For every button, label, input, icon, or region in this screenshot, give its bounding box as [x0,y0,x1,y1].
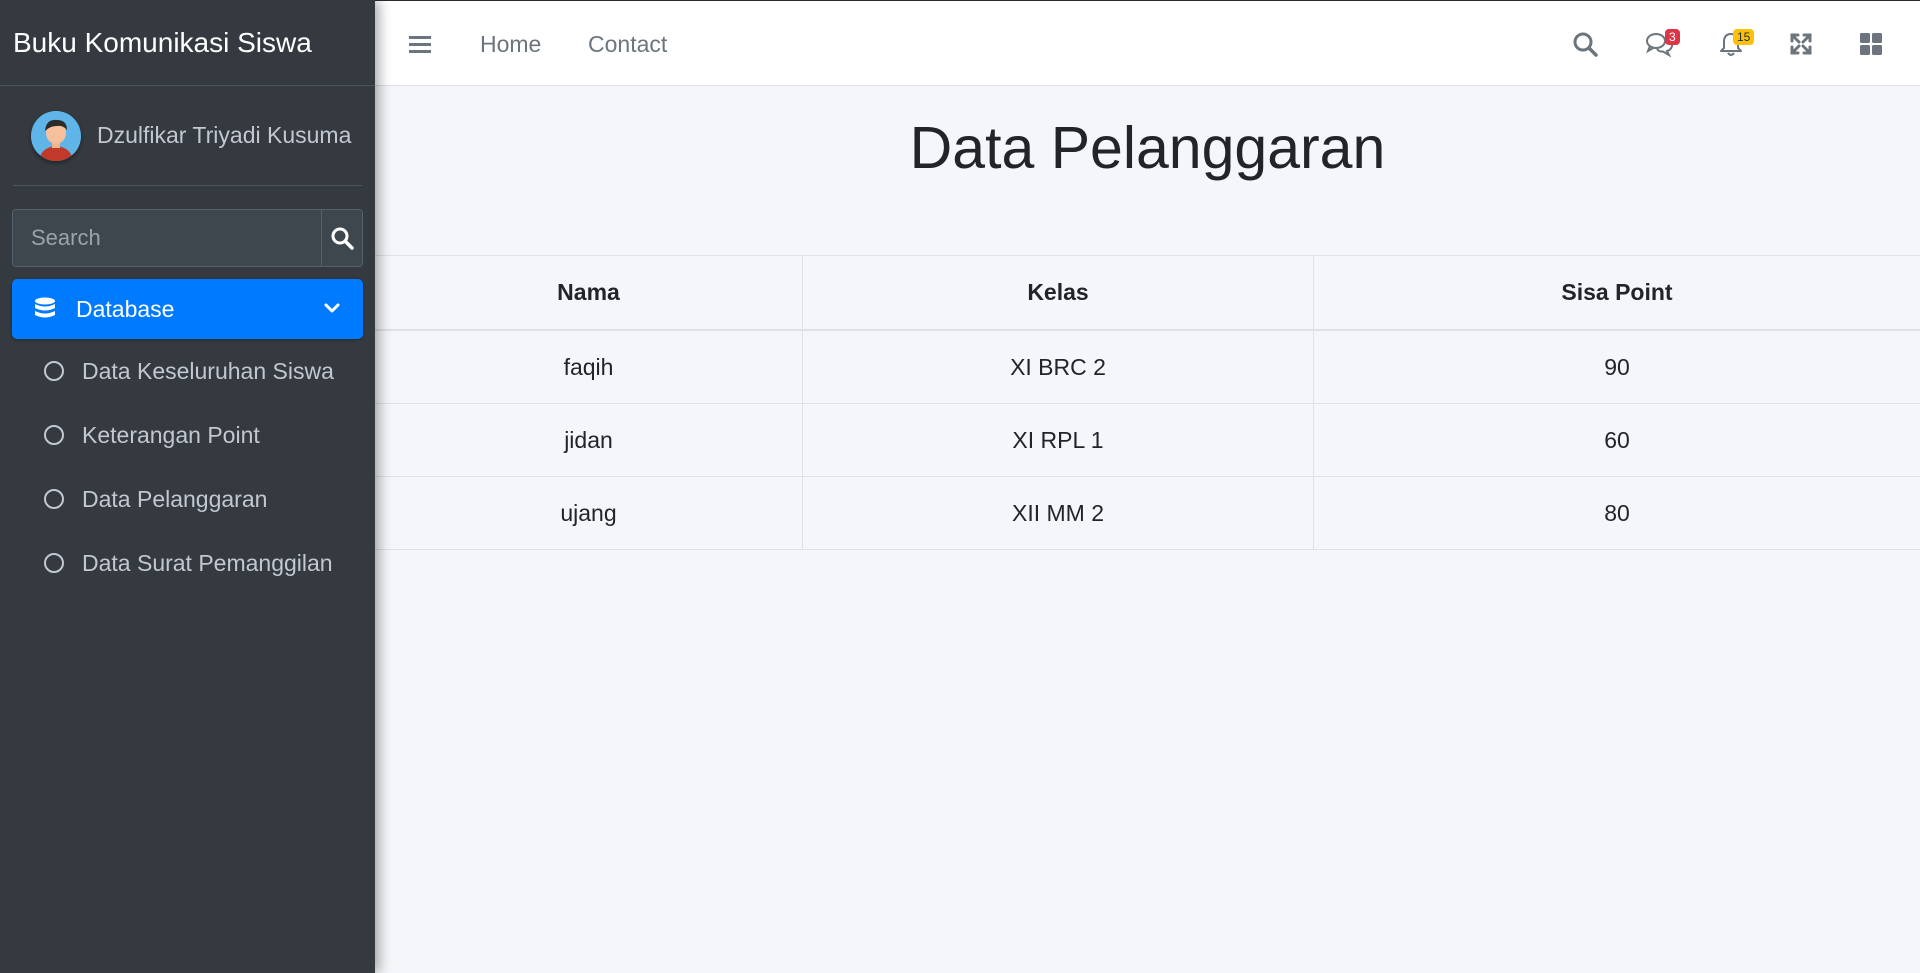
search-icon [331,227,354,250]
menu-toggle-button[interactable] [409,1,431,87]
navbar-search-button[interactable] [1572,1,1598,87]
table-header-row: Nama Kelas Sisa Point [375,255,1920,331]
sidebar: Buku Komunikasi Siswa Dzulfikar Triyadi … [0,0,375,973]
grid-icon [1860,33,1882,55]
brand-text: Buku Komunikasi Siswa [13,26,312,58]
column-header-nama[interactable]: Nama [375,255,803,331]
notifications-button[interactable]: 15 [1719,1,1755,87]
circle-icon [44,553,64,573]
sidebar-item-label: Database [76,295,175,322]
page-title: Data Pelanggaran [909,115,1386,181]
table-row: faqih XI BRC 2 90 [375,329,1920,404]
sidebar-item-data-surat-pemanggilan[interactable]: Data Surat Pemanggilan [12,531,363,595]
column-header-sisa-point[interactable]: Sisa Point [1313,255,1920,331]
cell-sisa-point: 80 [1313,476,1920,550]
hamburger-icon [409,36,431,53]
circle-icon [44,361,64,381]
user-name[interactable]: Dzulfikar Triyadi Kusuma [97,122,351,149]
search-button[interactable] [321,210,362,266]
table-row: ujang XII MM 2 80 [375,476,1920,550]
fullscreen-button[interactable] [1789,1,1813,87]
circle-icon [44,489,64,509]
circle-icon [44,425,64,445]
cell-nama: faqih [375,329,803,404]
sidebar-item-data-pelanggaran[interactable]: Data Pelanggaran [12,467,363,531]
sidebar-item-label: Data Pelanggaran [82,485,268,512]
messages-button[interactable]: 3 [1645,1,1680,87]
sidebar-item-database[interactable]: Database [12,279,363,339]
cell-kelas: XI RPL 1 [802,403,1314,477]
search-icon [1573,32,1598,57]
content-wrapper: Data Pelanggaran Nama Kelas Sisa Point f… [375,86,1920,973]
search-input[interactable] [13,210,321,266]
expand-icon [1790,33,1812,55]
chevron-down-icon [324,303,340,313]
sidebar-item-keterangan-point[interactable]: Keterangan Point [12,403,363,467]
database-icon [35,297,55,318]
sidebar-item-data-keseluruhan-siswa[interactable]: Data Keseluruhan Siswa [12,339,363,403]
violations-table: Nama Kelas Sisa Point faqih XI BRC 2 90 … [375,255,1920,550]
cell-kelas: XII MM 2 [802,476,1314,550]
cell-kelas: XI BRC 2 [802,329,1314,404]
table-row: jidan XI RPL 1 60 [375,403,1920,477]
sidebar-item-label: Data Surat Pemanggilan [82,549,333,576]
sidebar-item-label: Keterangan Point [82,421,260,448]
column-header-kelas[interactable]: Kelas [802,255,1314,331]
nav-link-home[interactable]: Home [480,1,541,87]
cell-sisa-point: 90 [1313,329,1920,404]
sidebar-item-label: Data Keseluruhan Siswa [82,357,334,384]
control-sidebar-button[interactable] [1859,1,1883,87]
user-panel: Dzulfikar Triyadi Kusuma [13,86,362,186]
cell-nama: jidan [375,403,803,477]
avatar[interactable] [31,110,81,161]
cell-sisa-point: 60 [1313,403,1920,477]
notifications-badge: 15 [1733,29,1755,45]
nav-link-contact[interactable]: Contact [588,1,667,87]
top-navbar: Home Contact 3 15 [375,0,1920,86]
cell-nama: ujang [375,476,803,550]
messages-badge: 3 [1665,29,1680,45]
brand-link[interactable]: Buku Komunikasi Siswa [0,0,375,86]
sidebar-search [12,209,363,267]
